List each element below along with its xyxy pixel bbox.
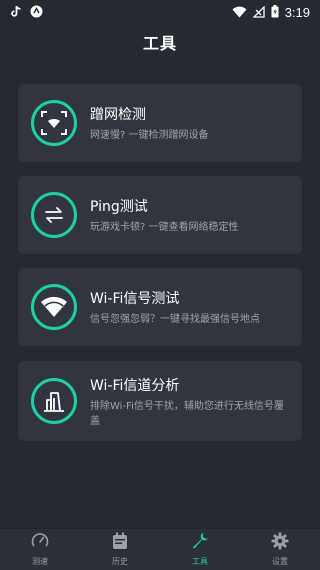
tool-card-rub-net-detect[interactable]: 蹭网检测 网速慢? 一键检测蹭网设备 (18, 84, 302, 162)
nav-settings[interactable]: 设置 (240, 529, 320, 570)
battery-charging-icon (271, 3, 279, 22)
app-circle-icon (30, 3, 43, 22)
tool-desc: 玩游戏卡顿? 一键查看网络稳定性 (90, 222, 239, 233)
speedometer-icon (31, 532, 49, 554)
tool-title: Wi-Fi信道分析 (90, 378, 180, 394)
tool-title: 蹭网检测 (90, 107, 146, 123)
nav-label: 工具 (192, 557, 208, 566)
nav-label: 测速 (32, 557, 48, 566)
nav-label: 设置 (272, 557, 288, 566)
tool-title: Ping测试 (90, 199, 148, 215)
tool-card-ping-test[interactable]: Ping测试 玩游戏卡顿? 一键查看网络稳定性 (18, 176, 302, 254)
bottom-nav: 测速 历史 工具 设置 (0, 528, 320, 570)
scan-face-icon (31, 100, 77, 146)
swap-arrows-icon (31, 192, 77, 238)
gear-icon (271, 532, 289, 554)
tiktok-icon (10, 3, 22, 22)
calendar-icon (112, 532, 128, 554)
no-signal-icon (252, 3, 265, 22)
nav-label: 历史 (112, 557, 128, 566)
tool-desc: 信号忽强忽弱？一键寻找最强信号地点 (90, 314, 260, 325)
nav-speed-test[interactable]: 测速 (0, 529, 80, 570)
wrench-icon (191, 532, 209, 554)
channel-bars-icon (31, 378, 77, 424)
tool-desc: 排除Wi-Fi信号干扰，辅助您进行无线信号覆盖 (90, 401, 284, 427)
nav-history[interactable]: 历史 (80, 529, 160, 570)
wifi-signal-icon (31, 284, 77, 330)
tool-card-wifi-signal-test[interactable]: Wi-Fi信号测试 信号忽强忽弱？一键寻找最强信号地点 (18, 268, 302, 346)
tool-desc: 网速慢? 一键检测蹭网设备 (90, 130, 209, 141)
wifi-icon (232, 3, 247, 22)
tool-title: Wi-Fi信号测试 (90, 291, 180, 307)
status-bar: 3:19 (0, 0, 320, 24)
status-time: 3:19 (284, 4, 310, 20)
nav-tools[interactable]: 工具 (160, 529, 240, 570)
page-title: 工具 (142, 34, 177, 53)
tool-card-wifi-channel-analysis[interactable]: Wi-Fi信道分析 排除Wi-Fi信号干扰，辅助您进行无线信号覆盖 (18, 361, 302, 441)
